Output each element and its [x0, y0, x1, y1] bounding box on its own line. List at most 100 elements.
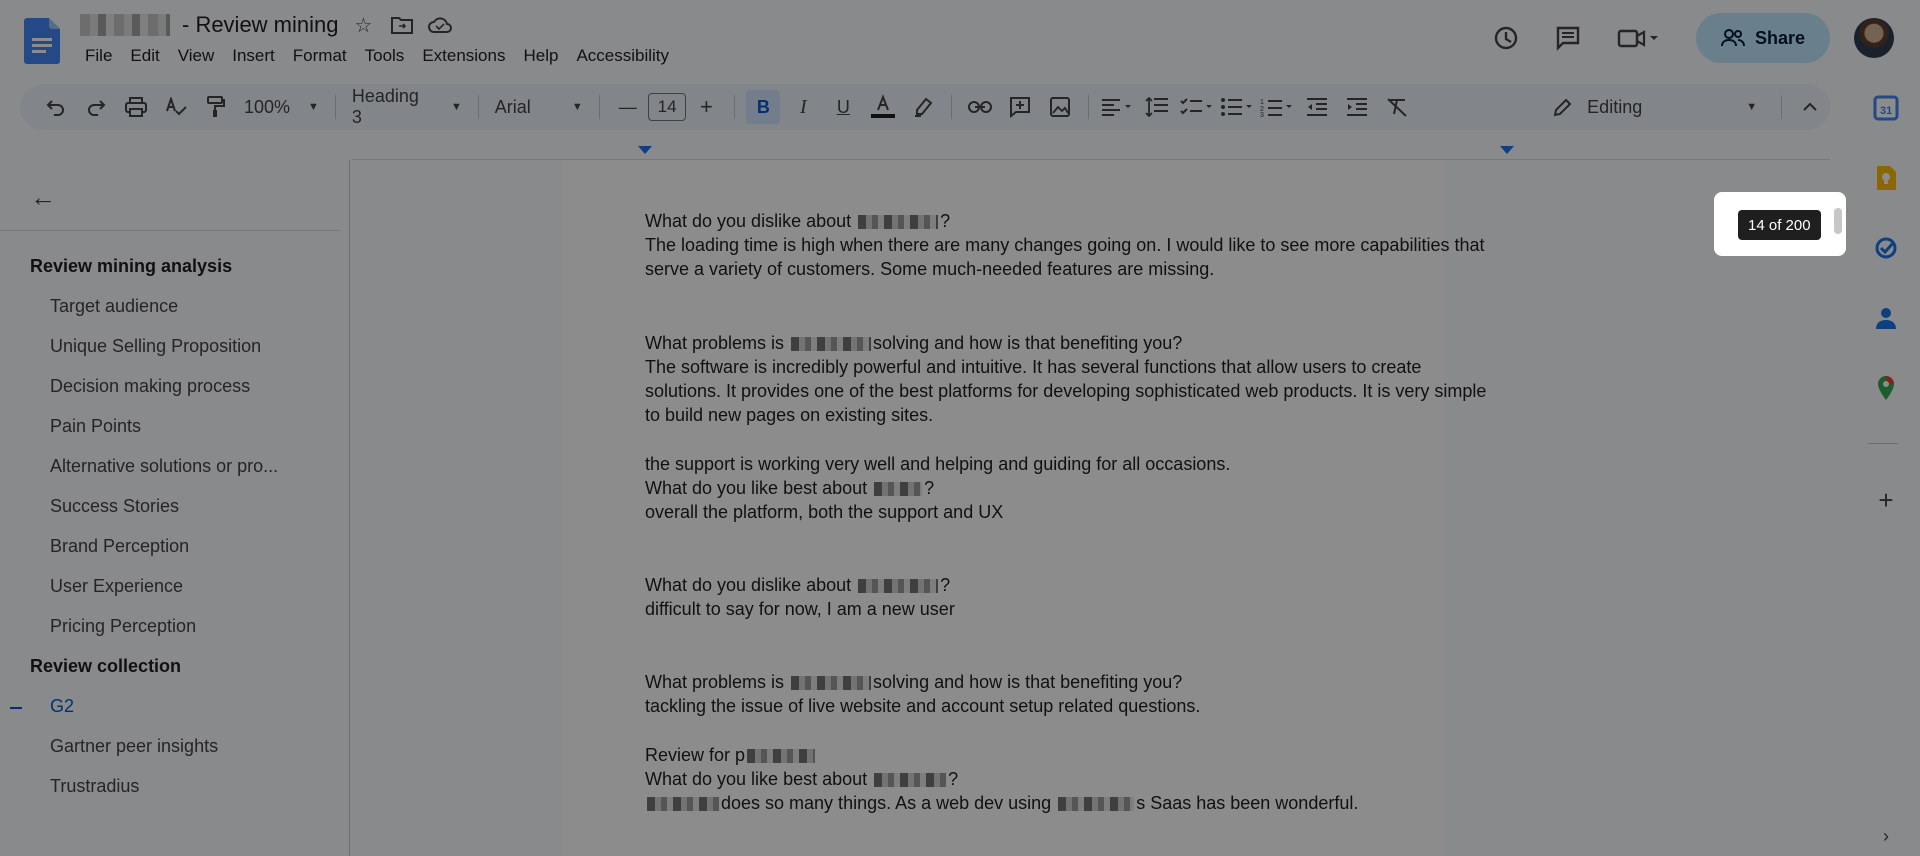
move-folder-icon[interactable]: [389, 12, 415, 38]
menu-format[interactable]: Format: [284, 46, 356, 66]
document-line[interactable]: Review for p: [645, 745, 817, 766]
document-line[interactable]: overall the platform, both the support a…: [645, 502, 1003, 523]
outline-heading[interactable]: Review mining analysis: [30, 256, 232, 277]
user-avatar[interactable]: [1854, 18, 1894, 58]
comments-icon[interactable]: [1546, 16, 1590, 60]
scrollbar-thumb[interactable]: [1834, 208, 1842, 234]
undo-icon[interactable]: [39, 90, 73, 124]
horizontal-ruler[interactable]: [352, 134, 1830, 160]
redacted-title-prefix: [80, 14, 170, 36]
contacts-icon[interactable]: [1870, 302, 1902, 334]
increase-indent-icon[interactable]: [1340, 90, 1374, 124]
meet-camera-icon[interactable]: [1608, 16, 1668, 60]
tasks-icon[interactable]: [1870, 232, 1902, 264]
outline-item[interactable]: Pain Points: [50, 416, 141, 437]
google-docs-logo-icon[interactable]: [24, 18, 60, 64]
document-line[interactable]: tackling the issue of live website and a…: [645, 696, 1200, 717]
document-title[interactable]: - Review mining: [182, 12, 339, 38]
document-line[interactable]: serve a variety of customers. Some much-…: [645, 259, 1214, 280]
toolbar-divider: [951, 95, 953, 119]
outline-item[interactable]: Pricing Perception: [50, 616, 196, 637]
align-left-icon[interactable]: [1100, 90, 1134, 124]
line-spacing-icon[interactable]: [1140, 90, 1174, 124]
document-line[interactable]: does so many things. As a web dev using …: [645, 793, 1358, 814]
increase-font-size-icon[interactable]: +: [689, 90, 723, 124]
outline-item[interactable]: Trustradius: [50, 776, 139, 797]
numbered-list-icon[interactable]: 123: [1260, 90, 1294, 124]
toolbar-divider: [477, 95, 479, 119]
document-line[interactable]: What problems is solving and how is that…: [645, 672, 1182, 693]
outline-item-active[interactable]: G2: [50, 696, 74, 717]
line-text: ?: [924, 478, 935, 498]
outline-item[interactable]: Success Stories: [50, 496, 179, 517]
paragraph-style-value: Heading 3: [351, 86, 419, 127]
checklist-icon[interactable]: [1180, 90, 1214, 124]
toolbar-divider: [1781, 95, 1783, 119]
insert-link-icon[interactable]: [963, 90, 997, 124]
calendar-icon[interactable]: 31: [1870, 92, 1902, 124]
clear-formatting-icon[interactable]: [1380, 90, 1414, 124]
menu-file[interactable]: File: [76, 46, 121, 66]
bold-button[interactable]: B: [746, 90, 781, 124]
document-line[interactable]: to build new pages on existing sites.: [645, 405, 933, 426]
document-line[interactable]: What problems is solving and how is that…: [645, 333, 1182, 354]
highlight-color-icon[interactable]: [906, 90, 940, 124]
outline-item[interactable]: Decision making process: [50, 376, 250, 397]
text-color-icon[interactable]: [866, 90, 900, 124]
document-line[interactable]: solutions. It provides one of the best p…: [645, 381, 1486, 402]
page-indicator-highlight: 14 of 200: [1714, 192, 1846, 256]
document-line[interactable]: What do you dislike about ?: [645, 575, 950, 596]
paragraph-style-dropdown[interactable]: Heading 3 ▼: [344, 86, 470, 128]
document-line[interactable]: difficult to say for now, I am a new use…: [645, 599, 955, 620]
add-addon-icon[interactable]: +: [1870, 484, 1902, 516]
outline-heading[interactable]: Review collection: [30, 656, 181, 677]
document-line[interactable]: The software is incredibly powerful and …: [645, 357, 1421, 378]
add-comment-icon[interactable]: [1003, 90, 1037, 124]
maps-icon[interactable]: [1870, 372, 1902, 404]
paint-format-icon[interactable]: [199, 90, 233, 124]
share-button[interactable]: Share: [1696, 13, 1830, 63]
chevron-right-icon[interactable]: ›: [1870, 820, 1902, 852]
left-indent-marker[interactable]: [638, 146, 652, 154]
menu-edit[interactable]: Edit: [121, 46, 168, 66]
document-line[interactable]: What do you dislike about ?: [645, 211, 950, 232]
decrease-indent-icon[interactable]: [1300, 90, 1334, 124]
font-dropdown[interactable]: Arial ▼: [487, 97, 591, 118]
zoom-dropdown[interactable]: 100% ▼: [236, 97, 327, 118]
menu-extensions[interactable]: Extensions: [413, 46, 514, 66]
zoom-value: 100%: [244, 96, 291, 117]
document-line[interactable]: What do you like best about ?: [645, 769, 958, 790]
document-line[interactable]: the support is working very well and hel…: [645, 454, 1230, 475]
spellcheck-icon[interactable]: [159, 90, 193, 124]
version-history-icon[interactable]: [1484, 16, 1528, 60]
underline-button[interactable]: U: [826, 90, 860, 124]
outline-item[interactable]: User Experience: [50, 576, 183, 597]
hide-menus-chevron-up-icon[interactable]: [1793, 90, 1827, 124]
menu-view[interactable]: View: [169, 46, 224, 66]
menu-accessibility[interactable]: Accessibility: [567, 46, 678, 66]
menu-help[interactable]: Help: [514, 46, 567, 66]
back-arrow-icon[interactable]: ←: [30, 182, 56, 213]
bulleted-list-icon[interactable]: [1220, 90, 1254, 124]
menu-insert[interactable]: Insert: [223, 46, 284, 66]
print-icon[interactable]: [119, 90, 153, 124]
outline-item[interactable]: Unique Selling Proposition: [50, 336, 261, 357]
font-size-input[interactable]: 14: [647, 93, 687, 121]
italic-button[interactable]: I: [786, 90, 820, 124]
outline-item[interactable]: Gartner peer insights: [50, 736, 218, 757]
star-icon[interactable]: ☆: [351, 12, 377, 38]
keep-notes-icon[interactable]: [1870, 162, 1902, 194]
document-line[interactable]: What do you like best about ?: [645, 478, 934, 499]
editing-mode-dropdown[interactable]: Editing ▼: [1537, 97, 1773, 118]
outline-item[interactable]: Target audience: [50, 296, 178, 317]
document-line[interactable]: The loading time is high when there are …: [645, 235, 1485, 256]
decrease-font-size-icon[interactable]: —: [611, 90, 645, 124]
insert-image-icon[interactable]: [1043, 90, 1077, 124]
outline-item[interactable]: Brand Perception: [50, 536, 189, 557]
redo-icon[interactable]: [79, 90, 113, 124]
cloud-saved-icon[interactable]: [427, 12, 453, 38]
menu-tools[interactable]: Tools: [356, 46, 414, 66]
outline-item[interactable]: Alternative solutions or pro...: [50, 456, 278, 477]
right-indent-marker[interactable]: [1500, 146, 1514, 154]
pencil-icon: [1553, 98, 1572, 117]
